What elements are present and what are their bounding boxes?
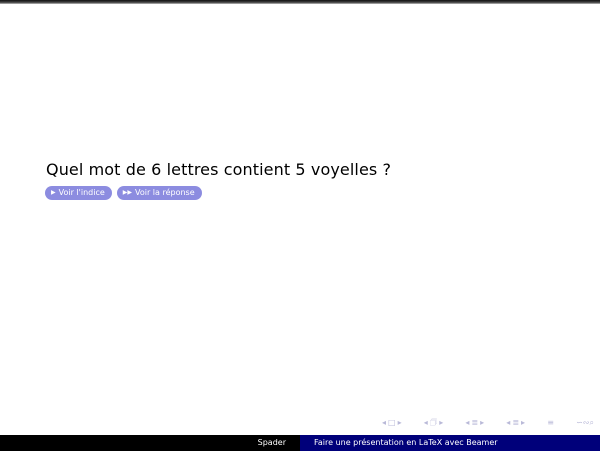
subsection-icon[interactable]: 🗇 [430,418,437,428]
frame-next-icon[interactable]: ▸ [398,418,402,428]
hint-button-label: Voir l'indice [58,188,105,197]
navigation-symbols: ◂ □ ▸ ◂ 🗇 ▸ ◂ ≣ ▸ ◂ ≣ ▸ ≡ ∽∾⌕ [382,418,594,428]
search-icon[interactable]: ∽∾⌕ [576,418,594,428]
question-text: Quel mot de 6 lettres contient 5 voyelle… [46,160,392,179]
section-nav: ◂ ≣ ▸ [465,418,484,428]
frame-icon[interactable]: □ [388,418,396,428]
subsection-nav: ◂ 🗇 ▸ [424,418,443,428]
play-arrow-icon: ▶ [51,189,56,196]
document-icon[interactable]: ≣ [512,418,519,428]
section-icon[interactable]: ≣ [471,418,478,428]
frame-prev-icon[interactable]: ◂ [382,418,386,428]
document-nav: ◂ ≣ ▸ [506,418,525,428]
appendix-icon[interactable]: ≡ [547,418,554,428]
button-row: ▶ Voir l'indice ▶▶ Voir la réponse [45,186,202,200]
fast-forward-icon: ▶▶ [122,189,132,196]
document-prev-icon[interactable]: ◂ [506,418,510,428]
footer: Spader Faire une présentation en LaTeX a… [0,435,600,451]
section-next-icon[interactable]: ▸ [480,418,484,428]
subsection-prev-icon[interactable]: ◂ [424,418,428,428]
footer-title: Faire une présentation en LaTeX avec Bea… [300,435,600,451]
footer-author: Spader [0,435,300,451]
frame-nav: ◂ □ ▸ [382,418,402,428]
answer-button-label: Voir la réponse [135,188,195,197]
answer-button[interactable]: ▶▶ Voir la réponse [116,186,202,200]
document-next-icon[interactable]: ▸ [521,418,525,428]
section-prev-icon[interactable]: ◂ [465,418,469,428]
hint-button[interactable]: ▶ Voir l'indice [45,186,112,200]
header-bar [0,0,600,4]
subsection-next-icon[interactable]: ▸ [439,418,443,428]
